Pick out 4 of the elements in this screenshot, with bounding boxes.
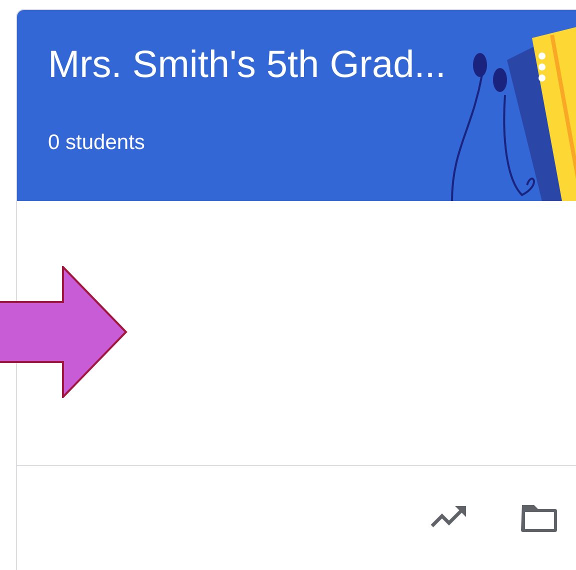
class-title[interactable]: Mrs. Smith's 5th Grad... [48, 44, 446, 87]
folder-icon[interactable] [519, 502, 559, 534]
more-options-icon[interactable] [537, 52, 547, 82]
student-count: 0 students [48, 131, 145, 155]
